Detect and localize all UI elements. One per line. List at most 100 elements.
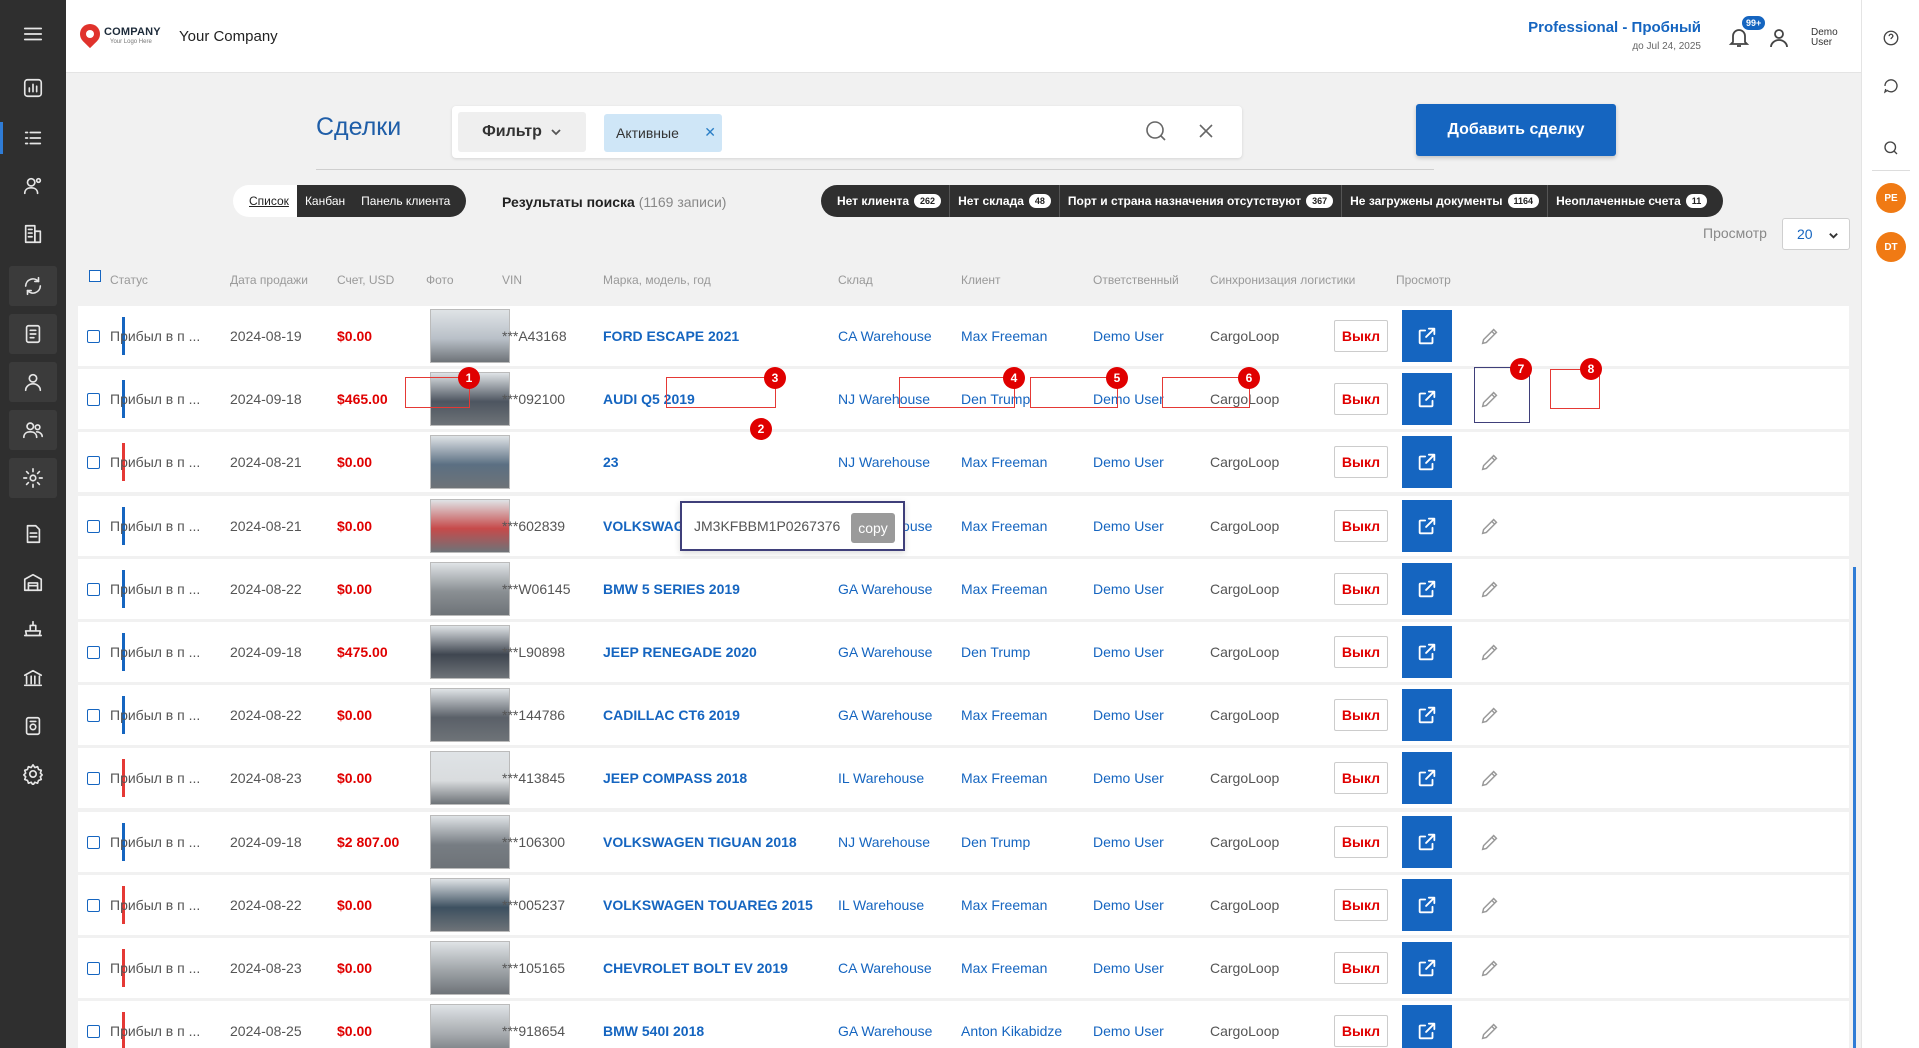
row-invoice-amount[interactable]: $0.00 bbox=[337, 306, 372, 366]
chip-remove-icon[interactable]: ✕ bbox=[704, 124, 716, 141]
row-warehouse[interactable]: GA Warehouse bbox=[838, 1001, 932, 1048]
menu-icon[interactable] bbox=[9, 14, 57, 54]
row-invoice-amount[interactable]: $0.00 bbox=[337, 748, 372, 808]
row-status[interactable]: Прибыл в п ... bbox=[110, 496, 200, 556]
row-responsible[interactable]: Demo User bbox=[1093, 1001, 1164, 1048]
select-all-checkbox[interactable] bbox=[89, 270, 101, 282]
row-status[interactable]: Прибыл в п ... bbox=[110, 622, 200, 682]
users-icon[interactable] bbox=[9, 410, 57, 450]
view-kanban[interactable]: Канбан bbox=[296, 185, 354, 217]
car-photo[interactable] bbox=[430, 941, 510, 995]
row-checkbox[interactable] bbox=[87, 646, 100, 659]
open-deal-button[interactable] bbox=[1402, 436, 1452, 489]
edit-deal-button[interactable] bbox=[1472, 573, 1508, 605]
col-responsible[interactable]: Ответственный bbox=[1093, 273, 1179, 287]
open-deal-button[interactable] bbox=[1402, 878, 1452, 931]
open-deal-button[interactable] bbox=[1402, 752, 1452, 805]
reports-icon[interactable] bbox=[9, 706, 57, 746]
row-responsible[interactable]: Demo User bbox=[1093, 496, 1164, 556]
row-client[interactable]: Den Trump bbox=[961, 622, 1030, 682]
search-icon[interactable] bbox=[1879, 136, 1903, 160]
copy-vin-button[interactable]: copy bbox=[851, 513, 895, 543]
edit-deal-button[interactable] bbox=[1472, 762, 1508, 794]
edit-deal-button[interactable] bbox=[1472, 320, 1508, 352]
user-name[interactable]: Demo User bbox=[1811, 28, 1843, 48]
row-model[interactable]: BMW 5 SERIES 2019 bbox=[603, 559, 740, 619]
row-model[interactable]: CADILLAC CT6 2019 bbox=[603, 685, 740, 745]
open-deal-button[interactable] bbox=[1402, 626, 1452, 678]
row-warehouse[interactable]: GA Warehouse bbox=[838, 685, 932, 745]
row-vin[interactable]: ***L90898 bbox=[502, 622, 565, 682]
row-status[interactable]: Прибыл в п ... bbox=[110, 685, 200, 745]
row-status[interactable]: Прибыл в п ... bbox=[110, 938, 200, 998]
plan-title[interactable]: Professional - Пробный bbox=[1528, 19, 1701, 36]
row-warehouse[interactable]: CA Warehouse bbox=[838, 306, 932, 366]
row-invoice-amount[interactable]: $0.00 bbox=[337, 875, 372, 935]
row-client[interactable]: Max Freeman bbox=[961, 432, 1047, 492]
row-warehouse[interactable]: CA Warehouse bbox=[838, 938, 932, 998]
row-invoice-amount[interactable]: $465.00 bbox=[337, 369, 388, 429]
edit-deal-button[interactable] bbox=[1472, 510, 1508, 542]
row-client[interactable]: Max Freeman bbox=[961, 938, 1047, 998]
row-status[interactable]: Прибыл в п ... bbox=[110, 1001, 200, 1048]
row-model[interactable]: 23 bbox=[603, 432, 619, 492]
warehouse-icon[interactable] bbox=[9, 562, 57, 602]
logistics-toggle-button[interactable]: Выкл bbox=[1334, 762, 1388, 795]
logistics-toggle-button[interactable]: Выкл bbox=[1334, 383, 1388, 416]
car-photo[interactable] bbox=[430, 625, 510, 679]
help-icon[interactable] bbox=[1879, 26, 1903, 50]
row-status[interactable]: Прибыл в п ... bbox=[110, 875, 200, 935]
companies-icon[interactable] bbox=[9, 214, 57, 254]
row-responsible[interactable]: Demo User bbox=[1093, 432, 1164, 492]
sync-icon[interactable] bbox=[9, 266, 57, 306]
row-invoice-amount[interactable]: $2 807.00 bbox=[337, 812, 399, 872]
row-warehouse[interactable]: GA Warehouse bbox=[838, 559, 932, 619]
table-row[interactable]: Прибыл в п ... 2024-08-22 $0.00 ***144786 CA… bbox=[78, 685, 1849, 746]
row-warehouse[interactable]: NJ Warehouse bbox=[838, 812, 930, 872]
add-deal-button[interactable]: Добавить сделку bbox=[1416, 104, 1616, 156]
row-vin[interactable]: ***602839 bbox=[502, 496, 565, 556]
logistics-toggle-button[interactable]: Выкл bbox=[1334, 446, 1388, 479]
logistics-toggle-button[interactable]: Выкл bbox=[1334, 509, 1388, 542]
row-client[interactable]: Anton Kikabidze bbox=[961, 1001, 1062, 1048]
table-row[interactable]: Прибыл в п ... 2024-08-25 $0.00 ***918654 BM… bbox=[78, 1001, 1849, 1048]
col-status[interactable]: Статус bbox=[110, 273, 148, 287]
row-checkbox[interactable] bbox=[87, 962, 100, 975]
row-checkbox[interactable] bbox=[87, 898, 100, 912]
row-responsible[interactable]: Demo User bbox=[1093, 938, 1164, 998]
row-warehouse[interactable]: IL Warehouse bbox=[838, 748, 924, 808]
car-photo[interactable] bbox=[430, 814, 510, 869]
col-warehouse[interactable]: Склад bbox=[838, 273, 873, 287]
documents-icon[interactable] bbox=[9, 314, 57, 354]
deals-icon[interactable] bbox=[0, 118, 57, 158]
logistics-toggle-button[interactable]: Выкл bbox=[1334, 320, 1388, 352]
row-client[interactable]: Max Freeman bbox=[961, 875, 1047, 935]
table-row[interactable]: Прибыл в п ... 2024-08-19 $0.00 ***A43168 FO… bbox=[78, 306, 1849, 366]
row-checkbox[interactable] bbox=[87, 835, 100, 849]
row-invoice-amount[interactable]: $0.00 bbox=[337, 559, 372, 619]
table-row[interactable]: Прибыл в п ... 2024-09-18 $465.00 ***092100… bbox=[78, 369, 1849, 430]
row-checkbox[interactable] bbox=[87, 709, 100, 723]
car-photo[interactable] bbox=[430, 309, 510, 363]
row-warehouse[interactable]: IL Warehouse bbox=[838, 875, 924, 935]
row-status[interactable]: Прибыл в п ... bbox=[110, 559, 200, 619]
user-icon[interactable] bbox=[9, 362, 57, 402]
row-client[interactable]: Max Freeman bbox=[961, 685, 1047, 745]
logistics-toggle-button[interactable]: Выкл bbox=[1334, 636, 1388, 668]
row-checkbox[interactable] bbox=[87, 772, 100, 786]
company-logo[interactable]: COMPANY Your Logo Here bbox=[75, 19, 168, 52]
row-checkbox[interactable] bbox=[87, 519, 100, 533]
avatar-pe[interactable]: PE bbox=[1876, 183, 1906, 213]
row-responsible[interactable]: Demo User bbox=[1093, 369, 1164, 429]
row-checkbox[interactable] bbox=[87, 456, 100, 470]
quick-filter-no-documents[interactable]: Не загружены документы 1164 bbox=[1341, 185, 1547, 217]
table-row[interactable]: Прибыл в п ... 2024-08-22 $0.00 ***W06145 BM… bbox=[78, 558, 1849, 619]
row-status[interactable]: Прибыл в п ... bbox=[110, 812, 200, 872]
table-row[interactable]: Прибыл в п ... 2024-08-23 $0.00 ***413845 JE… bbox=[78, 748, 1849, 809]
invoice-icon[interactable] bbox=[9, 514, 57, 554]
edit-deal-button[interactable] bbox=[1472, 699, 1508, 731]
table-row[interactable]: Прибыл в п ... 2024-08-21 $0.00 ***602839 VO… bbox=[78, 495, 1849, 556]
user-avatar-button[interactable] bbox=[1767, 26, 1791, 50]
car-photo[interactable] bbox=[430, 688, 510, 743]
row-status[interactable]: Прибыл в п ... bbox=[110, 748, 200, 808]
